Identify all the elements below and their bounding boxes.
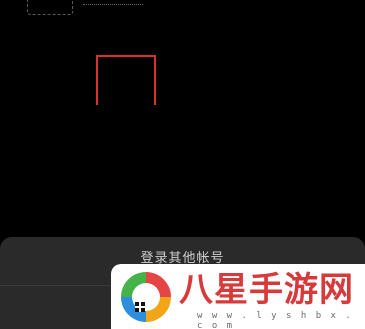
watermark-emblem-icon	[120, 271, 172, 323]
account-avatar-placeholder[interactable]	[27, 0, 73, 15]
screen: 登录其他帐号 八星手游网 w w w . l y s h b x . c o m	[0, 0, 365, 329]
account-name-placeholder	[83, 0, 143, 5]
highlighted-login-option[interactable]	[96, 55, 156, 105]
watermark-url: w w w . l y s h b x . c o m	[197, 311, 353, 329]
watermark-title: 八星手游网	[179, 270, 354, 310]
watermark-logo: 八星手游网 w w w . l y s h b x . c o m	[111, 264, 365, 329]
